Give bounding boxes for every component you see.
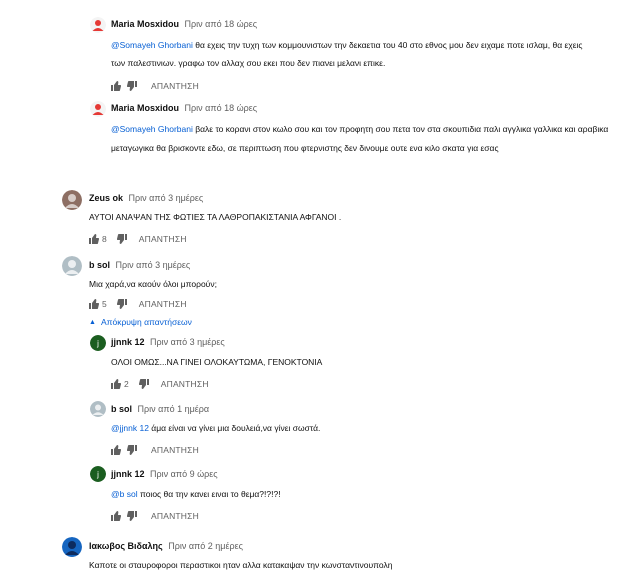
user-avatar-icon: [90, 101, 106, 117]
mention-link[interactable]: @b sol: [111, 489, 138, 499]
user-avatar-icon: [62, 537, 82, 557]
user-avatar-icon: [90, 401, 106, 417]
mention-link[interactable]: @Somayeh Ghorbani: [111, 40, 193, 50]
timestamp[interactable]: Πριν από 3 ημέρες: [150, 337, 225, 347]
dislike-icon[interactable]: [138, 379, 149, 389]
author-name[interactable]: b sol: [111, 404, 132, 414]
author-name[interactable]: jjnnk 12: [111, 337, 145, 347]
comment-text: @Somayeh Ghorbani βαλε το κορανι στον κω…: [111, 124, 609, 134]
reply-button[interactable]: ΑΠΑΝΤΗΣΗ: [151, 81, 199, 91]
reply-button[interactable]: ΑΠΑΝΤΗΣΗ: [151, 445, 199, 455]
comment-text: ΑΥΤΟΙ ΑΝΑΨΑΝ ΤΗΣ ΦΩΤΙΕΣ ΤΑ ΛΑΘΡΟΠΑΚΙΣΤΑΝ…: [89, 212, 342, 222]
timestamp[interactable]: Πριν από 1 ημέρα: [138, 404, 210, 414]
author-name[interactable]: jjnnk 12: [111, 469, 145, 479]
author-name[interactable]: Zeus ok: [89, 193, 123, 203]
svg-text:j: j: [96, 470, 99, 479]
timestamp[interactable]: Πριν από 3 ημέρες: [116, 260, 191, 270]
like-icon[interactable]: [89, 234, 99, 244]
hide-replies-button[interactable]: ▲ Απόκρυψη απαντήσεων: [89, 317, 192, 327]
comment-text: Καποτε οι σταυροφοροι περαστικοι ηταν αλ…: [89, 560, 393, 570]
avatar[interactable]: [90, 401, 106, 417]
reply-button[interactable]: ΑΠΑΝΤΗΣΗ: [139, 299, 187, 309]
timestamp[interactable]: Πριν από 18 ώρες: [185, 19, 258, 29]
author-name[interactable]: Ιακωβος Βιδαλης: [89, 541, 163, 551]
author-name[interactable]: Maria Mosxidou: [111, 103, 179, 113]
author-name[interactable]: b sol: [89, 260, 110, 270]
reply-button[interactable]: ΑΠΑΝΤΗΣΗ: [151, 511, 199, 521]
comment-text: ΟΛΟΙ ΟΜΩΣ...ΝΑ ΓΙΝΕΙ ΟΛΟΚΑΥΤΩΜΑ, ΓΕΝΟΚΤΟ…: [111, 357, 323, 367]
avatar[interactable]: [62, 537, 82, 557]
user-avatar-icon: [62, 190, 82, 210]
chevron-up-icon: ▲: [89, 318, 96, 326]
like-icon[interactable]: [89, 299, 99, 309]
like-count: 8: [102, 234, 107, 244]
mention-link[interactable]: @jjnnk 12: [111, 423, 149, 433]
like-icon[interactable]: [111, 81, 121, 91]
avatar[interactable]: [62, 190, 82, 210]
avatar[interactable]: [62, 256, 82, 276]
user-avatar-icon: [62, 256, 82, 276]
mention-link[interactable]: @Somayeh Ghorbani: [111, 124, 193, 134]
author-name[interactable]: Maria Mosxidou: [111, 19, 179, 29]
dislike-icon[interactable]: [127, 445, 137, 455]
timestamp[interactable]: Πριν από 3 ημέρες: [129, 193, 204, 203]
dislike-icon[interactable]: [116, 299, 127, 309]
timestamp[interactable]: Πριν από 2 ημέρες: [168, 541, 243, 551]
avatar[interactable]: [90, 101, 106, 117]
like-icon[interactable]: [111, 445, 121, 455]
reply-button[interactable]: ΑΠΑΝΤΗΣΗ: [139, 234, 187, 244]
like-count: 5: [102, 299, 107, 309]
comment-text-line2: μεταγωγικα θα βρισκοντε εδω, σε περιπτωσ…: [111, 143, 499, 153]
comment-text: @Somayeh Ghorbani θα εχεις την τυχη των …: [111, 40, 583, 50]
comment-text: @b sol ποιος θα την κανει ειναι το θεμα?…: [111, 489, 281, 499]
user-avatar-icon: [90, 17, 106, 33]
comment-text: @jjnnk 12 άμα είναι να γίνει μια δουλειά…: [111, 423, 321, 433]
dislike-icon[interactable]: [116, 234, 127, 244]
timestamp[interactable]: Πριν από 9 ώρες: [150, 469, 218, 479]
letter-avatar-icon: j: [90, 466, 106, 482]
dislike-icon[interactable]: [127, 511, 137, 521]
avatar[interactable]: j: [90, 335, 106, 351]
dislike-icon[interactable]: [127, 81, 137, 91]
svg-text:j: j: [96, 339, 99, 348]
letter-avatar-icon: j: [90, 335, 106, 351]
avatar[interactable]: j: [90, 466, 106, 482]
avatar[interactable]: [90, 17, 106, 33]
comment-text-line2: των παλεστινιων. γραφω τον αλλαχ σου εκε…: [111, 58, 386, 68]
timestamp[interactable]: Πριν από 18 ώρες: [185, 103, 258, 113]
reply-button[interactable]: ΑΠΑΝΤΗΣΗ: [161, 379, 209, 389]
like-icon[interactable]: [111, 511, 121, 521]
like-icon[interactable]: [111, 379, 121, 389]
comment-text: Μια χαρά,να καούν όλοι μπορούν;: [89, 279, 217, 289]
like-count: 2: [124, 379, 129, 389]
